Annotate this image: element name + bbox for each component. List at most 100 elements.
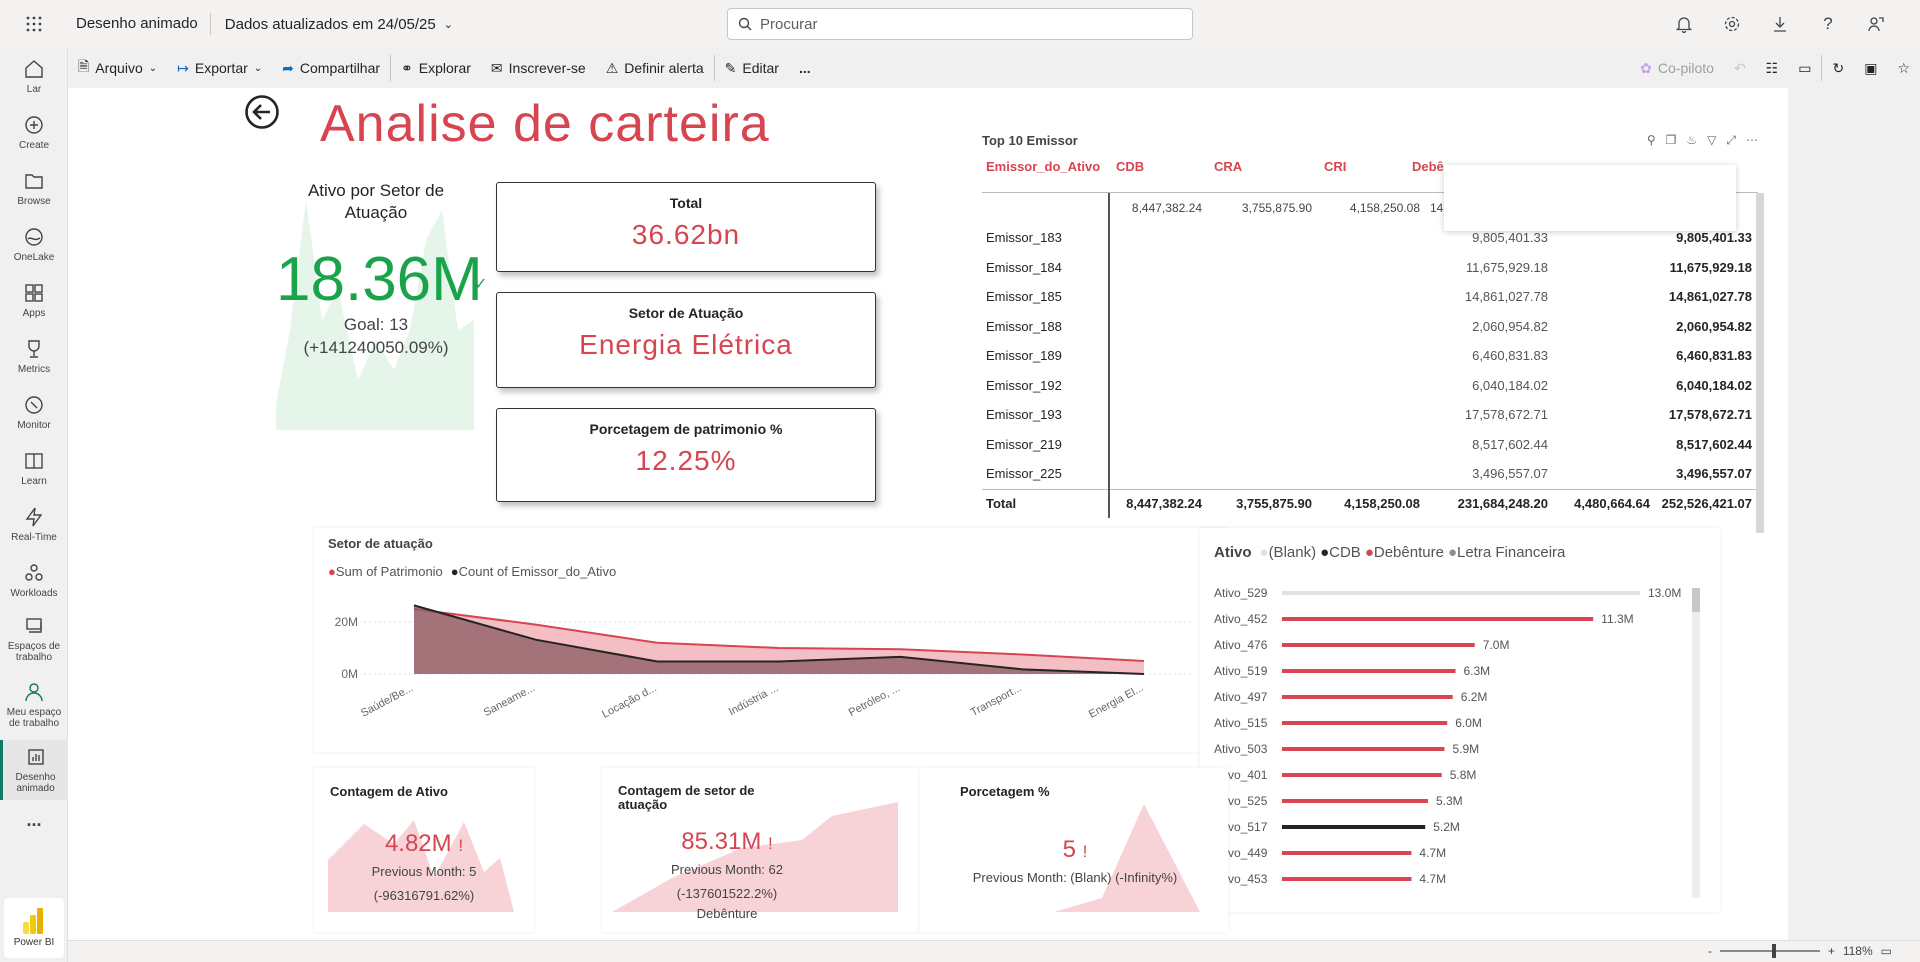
zoom-slider[interactable] (1719, 944, 1820, 958)
table-cell: Emissor_193 (982, 400, 1110, 430)
sector-card[interactable]: Setor de Atuação Energia Elétrica (496, 292, 876, 388)
ativo-count-card[interactable]: Contagem de Ativo 4.82M ! Previous Month… (314, 768, 534, 932)
table-cell: 8,447,382.24 (1131, 201, 1202, 215)
table-cell: 17,578,672.71 (1464, 407, 1548, 423)
sector-count-card[interactable]: Contagem de setor de atuação 85.31M ! Pr… (602, 768, 920, 932)
gear-icon[interactable] (1708, 0, 1756, 48)
tooltip-popup (1444, 165, 1736, 231)
filter-icon[interactable]: ▽ (1707, 133, 1716, 148)
subscribe-icon: ✉ (490, 59, 503, 76)
help-icon[interactable]: ? (1804, 0, 1852, 48)
export-menu-button[interactable]: ↦ Exportar ⌄ (167, 52, 272, 84)
x-tick-label: Energia El... (1087, 682, 1146, 721)
nav-item-browse[interactable]: Browse (0, 160, 68, 216)
bookmark-icon[interactable]: ☷ (1756, 52, 1789, 84)
nav-item-learn[interactable]: Learn (0, 440, 68, 496)
download-icon[interactable] (1756, 0, 1804, 48)
card-label: Setor de Atuação (628, 305, 744, 321)
view-icon[interactable]: ▭ (1788, 52, 1821, 84)
power-bi-logo[interactable]: Power BI (4, 898, 64, 958)
nav-item-home[interactable]: Lar (0, 48, 68, 104)
ativo-bar-chart-visual[interactable]: Ativo ●(Blank) ●CDB ●Debênture ●Letra Fi… (1200, 528, 1720, 912)
table-scrollbar[interactable] (1756, 193, 1764, 533)
bar (1282, 617, 1594, 621)
column-header[interactable]: CRI (1318, 159, 1406, 192)
share-people-icon[interactable] (1852, 0, 1900, 48)
share-button[interactable]: ➦ Compartilhar (272, 52, 390, 84)
percentage-card[interactable]: Porcetagem de patrimonio % 12.25% (496, 408, 876, 502)
card-label: Porcetagem de patrimonio % (589, 421, 783, 437)
pencil-icon: ✎ (724, 59, 737, 76)
edit-button[interactable]: ✎ Editar (715, 52, 789, 84)
nav-item-monitor[interactable]: Monitor (0, 384, 68, 440)
nav-item-apps[interactable]: Apps (0, 272, 68, 328)
nav-more-icon[interactable]: ... (0, 800, 68, 840)
x-tick-label: Indústria ... (727, 682, 781, 718)
top-emissor-table[interactable]: Top 10 Emissor Emissor_do_Ativo CDB CRA … (982, 133, 1764, 593)
nav-item-metrics[interactable]: Metrics (0, 328, 68, 384)
profile-icon[interactable] (1900, 0, 1920, 48)
refresh-icon[interactable]: ↻ (1822, 52, 1854, 84)
search-icon (738, 17, 752, 31)
undo-icon[interactable]: ↶ (1724, 52, 1756, 84)
percentage-kpi-card[interactable]: Porcetagem % 5 ! Previous Month: (Blank)… (920, 768, 1228, 932)
nav-item-realtime[interactable]: Real-Time (0, 496, 68, 552)
metrics-icon (28, 339, 40, 358)
kpi-title: Ativo por Setor de Atuação (307, 181, 445, 222)
fit-page-icon[interactable]: ▭ (1881, 944, 1892, 958)
explore-button[interactable]: ⚭ Explorar (391, 52, 481, 84)
column-header[interactable]: Emissor_do_Ativo (982, 159, 1110, 192)
file-menu-button[interactable]: 🗎 Arquivo ⌄ (68, 52, 167, 84)
focus-mode-icon[interactable]: ⤢ (1726, 133, 1736, 148)
subscribe-button[interactable]: ✉ Inscrever-se (481, 52, 596, 84)
copilot-button[interactable]: ✿ Co-piloto (1630, 52, 1724, 84)
table-cell: 6,040,184.02 (1676, 377, 1752, 393)
alert-icon[interactable]: ♨ (1686, 133, 1697, 148)
more-options-icon[interactable]: ⋯ (1746, 133, 1758, 148)
warning-mark: ! (1082, 842, 1088, 861)
zoom-out-button[interactable]: - (1708, 944, 1712, 958)
chart-scrollbar[interactable] (1692, 588, 1700, 898)
kpi-visual[interactable]: Ativo por Setor de Atuação 18.36M ✓ Goal… (276, 180, 487, 430)
favorite-star-icon[interactable]: ☆ (1887, 52, 1920, 84)
search-input[interactable]: Procurar (727, 8, 1193, 40)
app-launcher-icon[interactable] (0, 0, 68, 48)
data-updated-dropdown[interactable]: Dados atualizados em 24/05/25 ⌄ (211, 16, 453, 33)
total-card[interactable]: Total 36.62bn (496, 182, 876, 272)
chevron-down-icon: ⌄ (253, 62, 263, 74)
copy-icon[interactable]: ❐ (1666, 133, 1677, 148)
nav-item-my-workspace[interactable]: Meu espaço de trabalho (0, 670, 68, 740)
column-header[interactable]: CDB (1110, 159, 1208, 192)
copilot-icon: ✿ (1640, 59, 1652, 76)
y-left-tick-label: 0M (341, 667, 358, 681)
kpi-value: 18.36M (276, 245, 483, 314)
nav-item-workspaces[interactable]: Espaços de trabalho (0, 608, 68, 670)
back-button[interactable] (244, 94, 280, 130)
table-body: Emissor_183 9,805,401.33 9,805,401.33 Emiss… (982, 223, 1758, 489)
pin-icon[interactable]: ⚲ (1647, 133, 1656, 148)
column-header[interactable]: CRA (1208, 159, 1318, 192)
table-cell: Emissor_219 (982, 429, 1110, 459)
nav-item-create[interactable]: Create (0, 104, 68, 160)
bar-data-label: 6.0M (1455, 716, 1482, 730)
subscribe-label: Inscrever-se (508, 60, 586, 76)
x-tick-label: Petróleo, ... (847, 682, 902, 719)
report-name[interactable]: Desenho animado (68, 13, 211, 35)
zoom-slider-thumb[interactable] (1771, 944, 1776, 958)
page-title: Analise de carteira (320, 95, 770, 153)
card-previous: Previous Month: 5 (371, 864, 477, 879)
explore-label: Explorar (418, 60, 471, 76)
table-cell: 3,496,557.07 (1676, 466, 1752, 482)
nav-label: Lar (26, 83, 42, 95)
bar-data-label: 7.0M (1483, 638, 1510, 652)
more-options-button[interactable]: ... (789, 52, 821, 84)
nav-item-workloads[interactable]: Workloads (0, 552, 68, 608)
bell-icon[interactable] (1660, 0, 1708, 48)
nav-item-report[interactable]: Desenho animado (0, 740, 68, 800)
nav-item-onelake[interactable]: OneLake (0, 216, 68, 272)
comment-icon[interactable]: ▣ (1854, 52, 1887, 84)
sector-chart-visual[interactable]: Setor de atuação ●Sum of Patrimonio ●Cou… (314, 528, 1228, 752)
set-alert-button[interactable]: ⚠ Definir alerta (596, 52, 714, 84)
table-cell: 3,496,557.07 (1472, 466, 1548, 482)
zoom-in-button[interactable]: + (1828, 944, 1835, 958)
